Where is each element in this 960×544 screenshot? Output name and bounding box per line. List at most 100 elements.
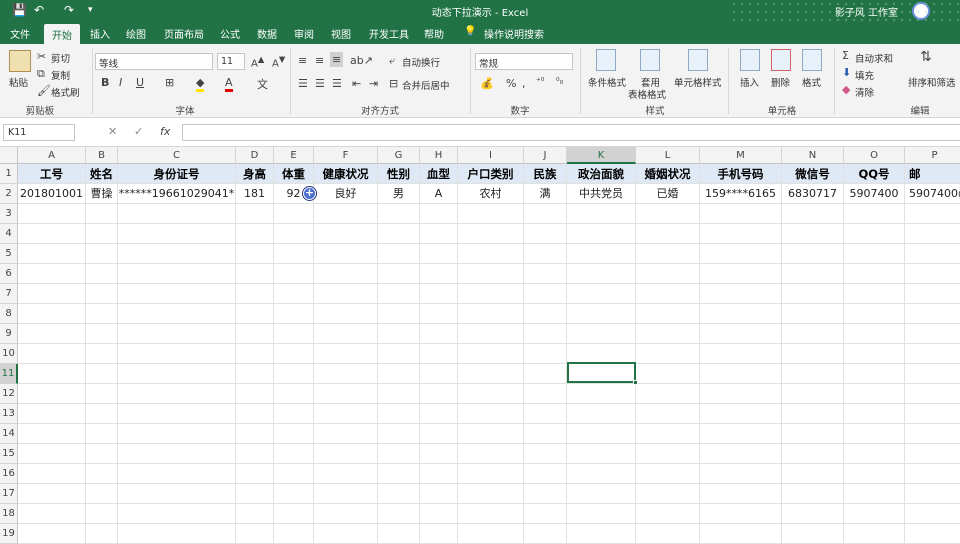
empty-cell[interactable] xyxy=(314,444,378,464)
empty-cell[interactable] xyxy=(844,424,905,444)
align-middle-icon[interactable]: ≡ xyxy=(315,54,324,67)
empty-cell[interactable] xyxy=(274,204,314,224)
empty-cell[interactable] xyxy=(458,324,524,344)
header-cell[interactable]: 身份证号 xyxy=(118,164,236,184)
phonetic-icon[interactable]: 文 xyxy=(257,76,268,92)
increase-indent-icon[interactable]: ⇥ xyxy=(369,77,378,90)
tab-draw[interactable]: 绘图 xyxy=(126,26,146,41)
insert-function-icon[interactable]: fx xyxy=(160,125,170,138)
empty-cell[interactable] xyxy=(118,224,236,244)
empty-cell[interactable] xyxy=(782,464,844,484)
empty-cell[interactable] xyxy=(905,424,960,444)
empty-cell[interactable] xyxy=(458,304,524,324)
empty-cell[interactable] xyxy=(314,484,378,504)
empty-cell[interactable] xyxy=(378,324,420,344)
align-center-icon[interactable]: ☰ xyxy=(315,77,325,90)
delete-cells-button[interactable]: 删除 xyxy=(771,75,790,89)
empty-cell[interactable] xyxy=(524,244,567,264)
empty-cell[interactable] xyxy=(18,344,86,364)
empty-cell[interactable] xyxy=(118,344,236,364)
empty-cell[interactable] xyxy=(844,284,905,304)
empty-cell[interactable] xyxy=(700,404,782,424)
empty-cell[interactable] xyxy=(378,504,420,524)
italic-button[interactable]: I xyxy=(119,76,122,89)
empty-cell[interactable] xyxy=(782,504,844,524)
empty-cell[interactable] xyxy=(844,244,905,264)
column-header-H[interactable]: H xyxy=(420,147,458,164)
empty-cell[interactable] xyxy=(420,224,458,244)
format-painter-button[interactable]: 格式刷 xyxy=(51,85,80,99)
header-cell[interactable]: 婚姻状况 xyxy=(636,164,700,184)
empty-cell[interactable] xyxy=(118,484,236,504)
empty-cell[interactable] xyxy=(636,424,700,444)
empty-cell[interactable] xyxy=(905,224,960,244)
empty-cell[interactable] xyxy=(18,284,86,304)
empty-cell[interactable] xyxy=(236,284,274,304)
empty-cell[interactable] xyxy=(236,384,274,404)
empty-cell[interactable] xyxy=(636,504,700,524)
empty-cell[interactable] xyxy=(700,224,782,244)
name-box[interactable]: K11 xyxy=(3,124,75,141)
header-cell[interactable]: 血型 xyxy=(420,164,458,184)
data-cell[interactable]: 中共党员 xyxy=(567,184,636,204)
empty-cell[interactable] xyxy=(700,244,782,264)
empty-cell[interactable] xyxy=(236,404,274,424)
enter-icon[interactable]: ✓ xyxy=(134,125,143,138)
empty-cell[interactable] xyxy=(905,204,960,224)
empty-cell[interactable] xyxy=(18,244,86,264)
empty-cell[interactable] xyxy=(118,424,236,444)
empty-cell[interactable] xyxy=(844,324,905,344)
empty-cell[interactable] xyxy=(567,444,636,464)
empty-cell[interactable] xyxy=(378,204,420,224)
decrease-indent-icon[interactable]: ⇤ xyxy=(352,77,361,90)
empty-cell[interactable] xyxy=(458,284,524,304)
empty-cell[interactable] xyxy=(86,244,118,264)
empty-cell[interactable] xyxy=(636,244,700,264)
empty-cell[interactable] xyxy=(458,224,524,244)
paste-button[interactable]: 粘贴 xyxy=(9,75,28,89)
empty-cell[interactable] xyxy=(274,324,314,344)
column-header-K[interactable]: K xyxy=(567,147,636,164)
empty-cell[interactable] xyxy=(844,224,905,244)
empty-cell[interactable] xyxy=(118,304,236,324)
empty-cell[interactable] xyxy=(636,284,700,304)
column-header-C[interactable]: C xyxy=(118,147,236,164)
empty-cell[interactable] xyxy=(700,344,782,364)
tab-review[interactable]: 审阅 xyxy=(294,26,314,41)
empty-cell[interactable] xyxy=(86,264,118,284)
empty-cell[interactable] xyxy=(636,304,700,324)
empty-cell[interactable] xyxy=(700,284,782,304)
empty-cell[interactable] xyxy=(782,444,844,464)
empty-cell[interactable] xyxy=(378,264,420,284)
empty-cell[interactable] xyxy=(636,324,700,344)
empty-cell[interactable] xyxy=(314,404,378,424)
empty-cell[interactable] xyxy=(118,504,236,524)
empty-cell[interactable] xyxy=(458,204,524,224)
empty-cell[interactable] xyxy=(567,344,636,364)
empty-cell[interactable] xyxy=(905,444,960,464)
empty-cell[interactable] xyxy=(420,524,458,544)
header-cell[interactable]: 民族 xyxy=(524,164,567,184)
empty-cell[interactable] xyxy=(636,224,700,244)
empty-cell[interactable] xyxy=(636,344,700,364)
empty-cell[interactable] xyxy=(314,344,378,364)
empty-cell[interactable] xyxy=(420,244,458,264)
column-header-D[interactable]: D xyxy=(236,147,274,164)
empty-cell[interactable] xyxy=(567,244,636,264)
paste-icon[interactable] xyxy=(9,50,31,72)
empty-cell[interactable] xyxy=(782,224,844,244)
empty-cell[interactable] xyxy=(314,224,378,244)
empty-cell[interactable] xyxy=(567,464,636,484)
column-header-N[interactable]: N xyxy=(782,147,844,164)
data-cell[interactable]: 5907400 xyxy=(844,184,905,204)
tab-view[interactable]: 视图 xyxy=(331,26,351,41)
empty-cell[interactable] xyxy=(567,424,636,444)
align-right-icon[interactable]: ☰ xyxy=(332,77,342,90)
empty-cell[interactable] xyxy=(118,324,236,344)
empty-cell[interactable] xyxy=(636,204,700,224)
empty-cell[interactable] xyxy=(844,344,905,364)
copy-button[interactable]: 复制 xyxy=(51,68,70,82)
empty-cell[interactable] xyxy=(314,364,378,384)
row-header-8[interactable]: 8 xyxy=(0,304,18,324)
underline-button[interactable]: U xyxy=(136,76,144,89)
